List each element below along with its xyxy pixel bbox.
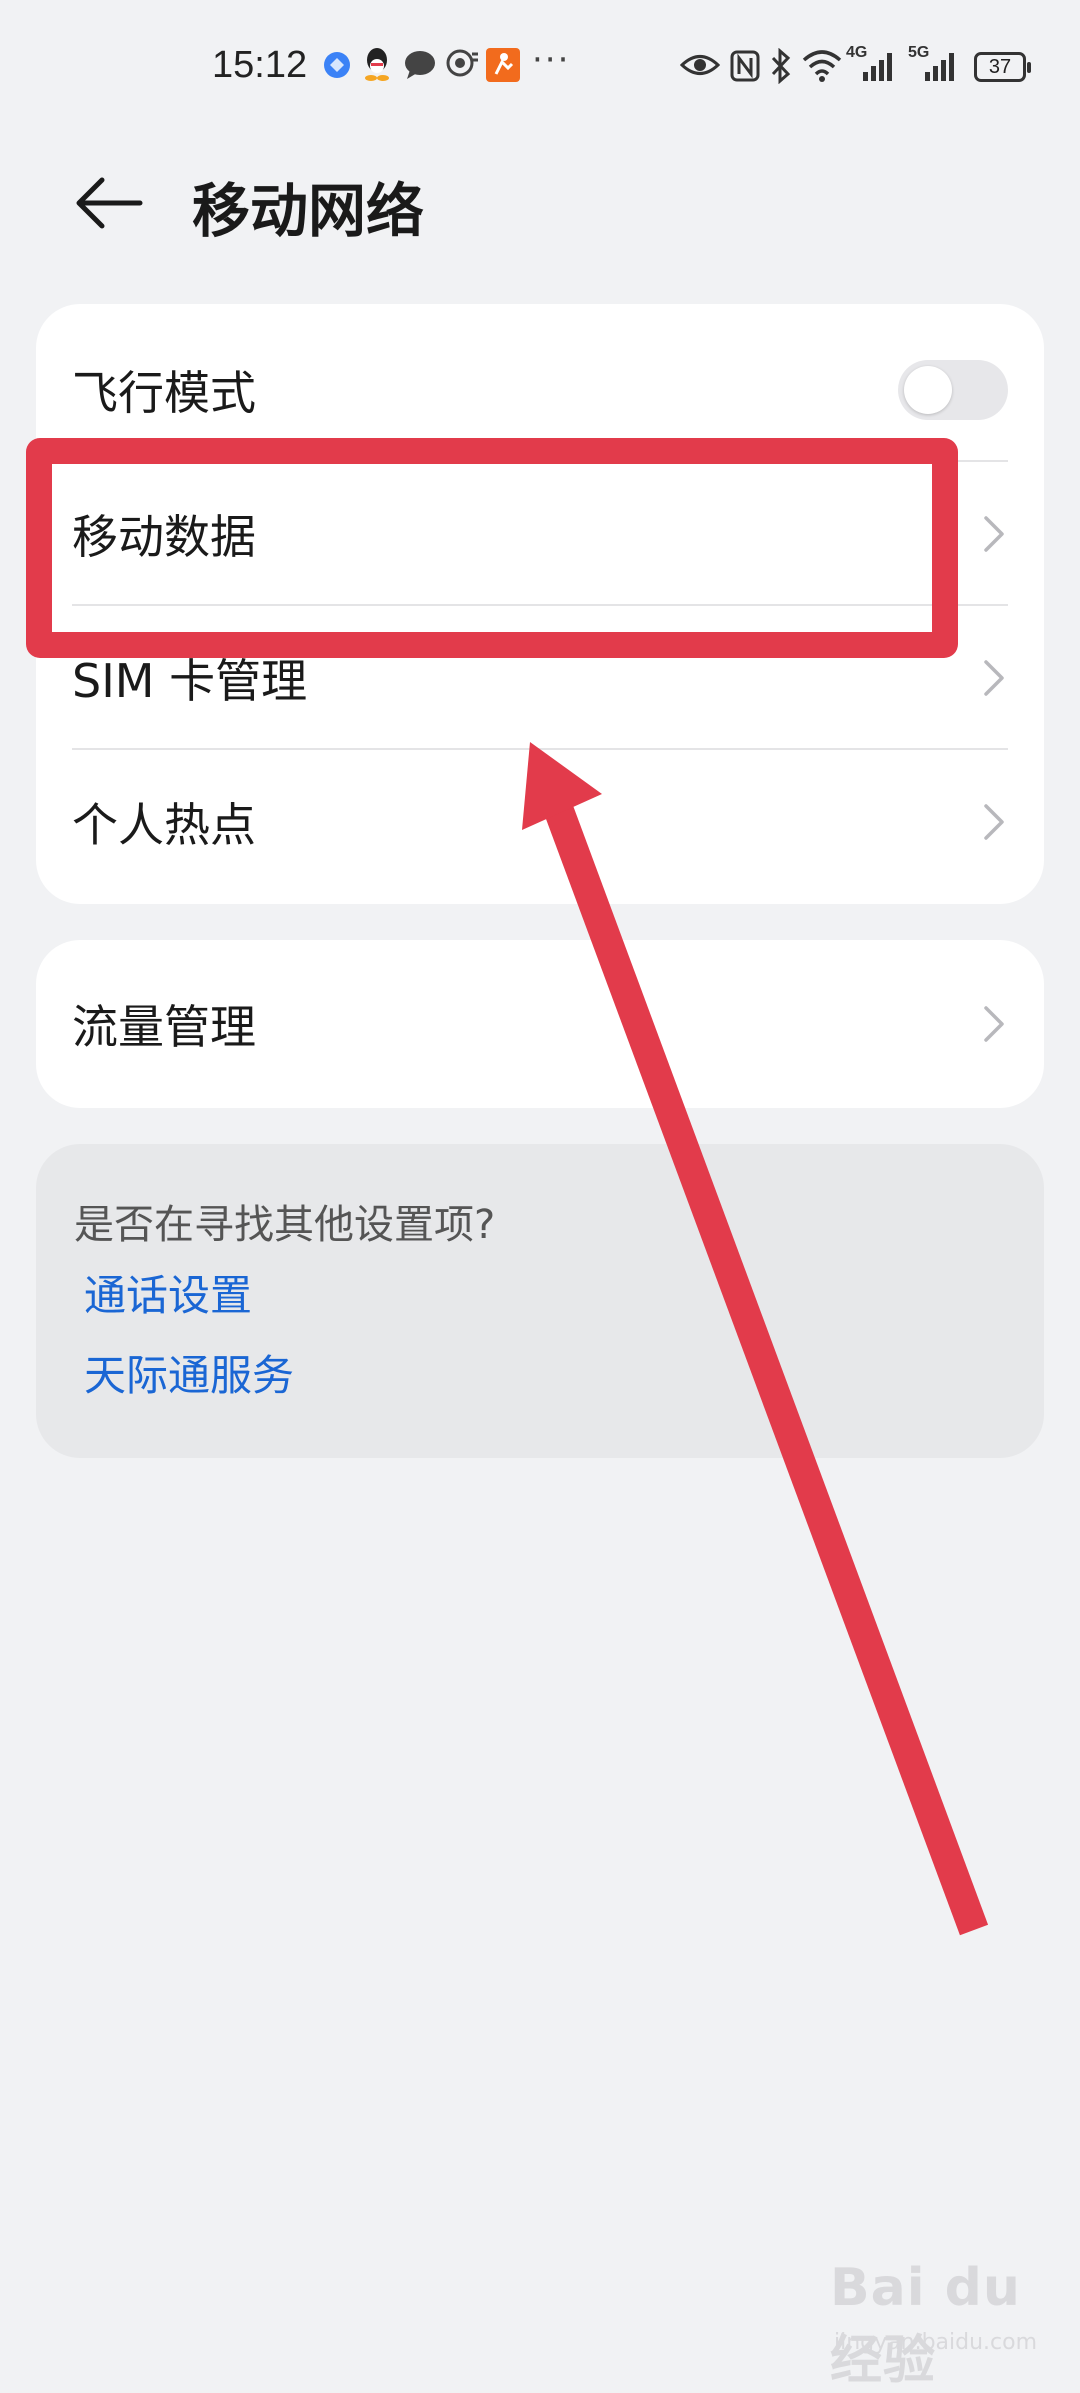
annotation-arrow-icon bbox=[522, 742, 989, 1936]
watermark-sub: jingyan.baidu.com bbox=[834, 2330, 1038, 2355]
baidu-jingyan-watermark: Bai du 经验 jingyan.baidu.com bbox=[820, 2250, 1060, 2391]
watermark-main: Bai du 经验 bbox=[830, 2258, 1021, 2391]
